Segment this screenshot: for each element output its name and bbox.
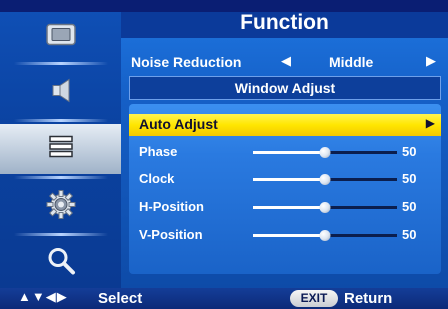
window-adjust-title: Window Adjust [129,76,441,100]
phase-value: 50 [402,144,417,159]
footer-bar: ▲▼◀▶ Select EXIT Return [0,288,448,309]
sidebar-item-audio[interactable] [0,68,121,118]
function-icon [48,135,74,164]
v-position-slider-handle[interactable] [319,230,331,241]
noise-reduction-right-arrow[interactable]: ▶ [426,53,436,69]
h-position-slider-handle[interactable] [319,202,331,213]
noise-reduction-row[interactable]: Noise Reduction ◀ Middle ▶ [121,52,448,72]
auto-adjust-label: Auto Adjust [139,116,218,132]
h-position-row[interactable]: H-Position 50 [129,197,441,217]
phase-row[interactable]: Phase 50 [129,142,441,162]
v-position-label: V-Position [139,227,203,242]
sidebar-item-settings[interactable] [0,182,121,232]
h-position-value: 50 [402,199,417,214]
picture-icon [45,23,76,51]
noise-reduction-value: Middle [329,54,374,70]
clock-row[interactable]: Clock 50 [129,169,441,189]
sidebar-separator [14,176,108,179]
sidebar [0,12,121,288]
sidebar-item-function[interactable] [0,124,121,174]
auto-adjust-item[interactable]: Auto Adjust ▶ [129,114,441,136]
sidebar-item-picture[interactable] [0,12,121,62]
v-position-value: 50 [402,227,417,242]
phase-label: Phase [139,144,178,159]
page-title: Function [240,11,329,34]
noise-reduction-label: Noise Reduction [131,54,242,70]
select-hint: Select [98,290,143,307]
noise-reduction-left-arrow[interactable]: ◀ [281,53,291,69]
clock-label: Clock [139,171,175,186]
sidebar-separator [14,62,108,65]
osd-menu: Function Noise Reduction ◀ Middle ▶ Wind… [0,0,448,309]
clock-value: 50 [402,171,417,186]
phase-slider-handle[interactable] [319,147,331,158]
h-position-label: H-Position [139,199,204,214]
v-position-row[interactable]: V-Position 50 [129,225,441,245]
speaker-icon [48,78,74,109]
sidebar-item-search[interactable] [0,238,121,288]
exit-button[interactable]: EXIT [290,290,338,307]
return-hint: Return [344,290,393,307]
gear-icon [46,190,76,225]
sidebar-separator [14,119,108,122]
magnifier-icon [46,246,76,281]
auto-adjust-arrow: ▶ [425,116,435,130]
clock-slider-handle[interactable] [319,174,331,185]
sidebar-separator [14,233,108,236]
nav-arrows-icon: ▲▼◀▶ [18,289,68,304]
